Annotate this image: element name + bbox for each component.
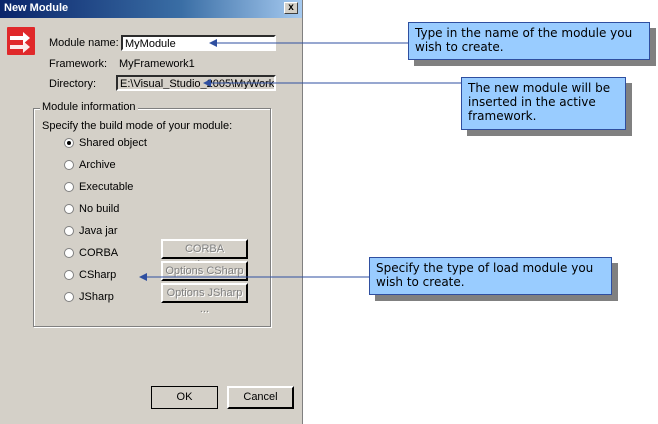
arrow-icon bbox=[139, 39, 461, 281]
